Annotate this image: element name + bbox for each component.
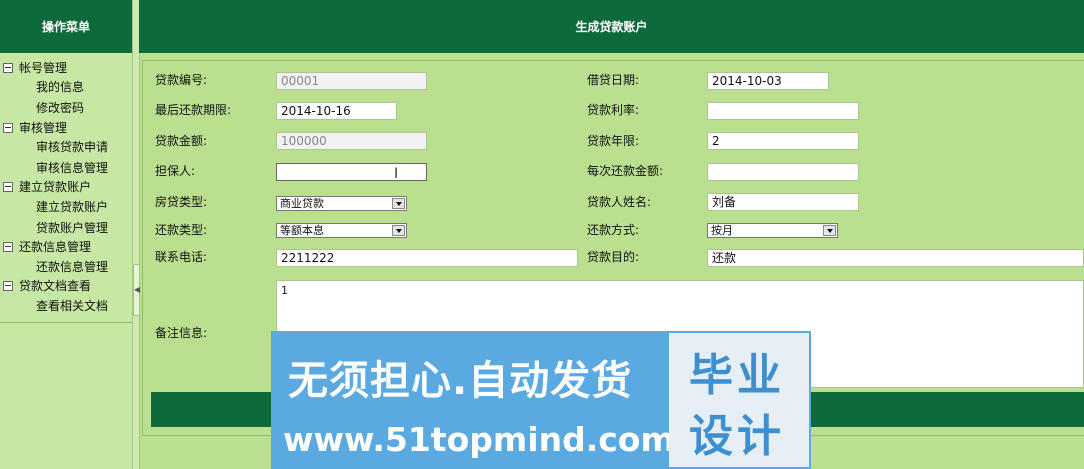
per-payment-field[interactable] xyxy=(707,163,859,181)
collapse-icon[interactable] xyxy=(3,280,13,291)
purpose-label: 贷款目的: xyxy=(587,250,640,264)
borrower-name-label: 贷款人姓名: xyxy=(587,195,652,209)
borrower-name-field[interactable] xyxy=(707,193,859,211)
deadline-field[interactable] xyxy=(276,102,397,120)
phone-label: 联系电话: xyxy=(155,250,208,264)
rate-label: 贷款利率: xyxy=(587,103,640,117)
repay-type-label: 还款类型: xyxy=(155,223,208,237)
borrow-date-label: 借贷日期: xyxy=(587,73,640,87)
menu-item-review-applications[interactable]: 审核贷款申请 xyxy=(36,138,108,156)
dropdown-arrow-icon[interactable] xyxy=(392,225,405,236)
sidebar-title: 操作菜单 xyxy=(0,0,132,53)
amount-field[interactable] xyxy=(276,132,427,150)
purpose-field[interactable] xyxy=(707,249,1084,267)
menu-item-repayment-info[interactable]: 还款信息管理 xyxy=(36,258,108,276)
collapse-icon[interactable] xyxy=(3,122,13,133)
collapse-sidebar-handle[interactable]: ◀ xyxy=(133,264,140,316)
menu-tree: 帐号管理 我的信息 修改密码 审核管理 审核贷款申请 审核信息管理 建立贷款账户… xyxy=(0,58,132,323)
watermark-slogan: 无须担心.自动发货 xyxy=(288,358,633,404)
dropdown-arrow-icon[interactable] xyxy=(392,198,405,209)
dropdown-arrow-icon[interactable] xyxy=(823,225,836,236)
loan-no-field[interactable] xyxy=(276,72,427,90)
repay-method-label: 还款方式: xyxy=(587,223,640,237)
watermark-url: www.51topmind.com xyxy=(283,420,675,459)
text-cursor-icon: Ⅰ xyxy=(394,166,399,182)
menu-item-change-password[interactable]: 修改密码 xyxy=(36,99,84,117)
watermark-badge-line1: 毕业 xyxy=(689,350,785,401)
menu-group-create-account[interactable]: 建立贷款账户 xyxy=(3,178,91,196)
per-payment-label: 每次还款金额: xyxy=(587,164,664,178)
collapse-icon[interactable] xyxy=(3,181,13,192)
guarantor-label: 担保人: xyxy=(155,164,196,178)
phone-field[interactable] xyxy=(276,249,578,267)
house-type-label: 房贷类型: xyxy=(155,195,208,209)
remark-label: 备注信息: xyxy=(155,326,208,340)
menu-item-my-info[interactable]: 我的信息 xyxy=(36,78,84,96)
borrow-date-field[interactable] xyxy=(707,72,829,90)
collapse-icon[interactable] xyxy=(3,62,13,73)
menu-group-review[interactable]: 审核管理 xyxy=(3,119,67,137)
menu-group-repayment[interactable]: 还款信息管理 xyxy=(3,238,91,256)
splitter[interactable] xyxy=(132,0,140,469)
deadline-label: 最后还款期限: xyxy=(155,103,232,117)
rate-field[interactable] xyxy=(707,102,859,120)
amount-label: 贷款金额: xyxy=(155,134,208,148)
menu-item-view-documents[interactable]: 查看相关文档 xyxy=(36,297,108,315)
chevron-left-icon: ◀ xyxy=(134,285,141,294)
guarantor-field[interactable] xyxy=(276,163,427,181)
menu-group-account[interactable]: 帐号管理 xyxy=(3,59,67,77)
page-title: 生成贷款账户 xyxy=(139,0,1084,53)
repay-method-select[interactable]: 按月 xyxy=(707,223,838,238)
menu-group-documents[interactable]: 贷款文档查看 xyxy=(3,277,91,295)
house-type-select[interactable]: 商业贷款 xyxy=(276,196,407,211)
menu-item-account-management[interactable]: 贷款账户管理 xyxy=(36,219,108,237)
menu-item-create-account[interactable]: 建立贷款账户 xyxy=(36,198,108,216)
collapse-icon[interactable] xyxy=(3,241,13,252)
watermark-badge-line2: 设计 xyxy=(689,411,785,462)
repay-type-select[interactable]: 等额本息 xyxy=(276,223,407,238)
menu-item-review-info[interactable]: 审核信息管理 xyxy=(36,159,108,177)
loan-no-label: 贷款编号: xyxy=(155,73,208,87)
years-field[interactable] xyxy=(707,132,859,150)
years-label: 贷款年限: xyxy=(587,134,640,148)
